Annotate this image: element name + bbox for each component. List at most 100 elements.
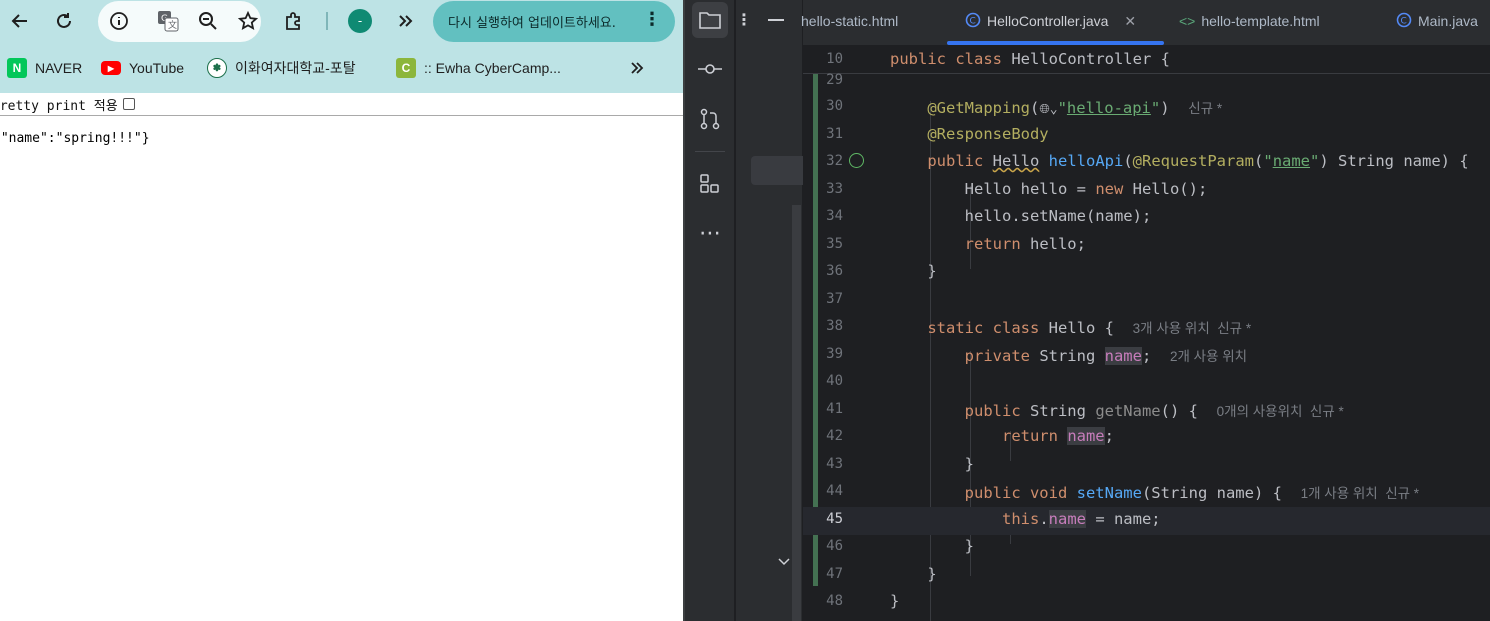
code-line[interactable]: 32 public Hello helloApi(@RequestParam("… xyxy=(803,149,1490,177)
update-button[interactable]: 다시 실행하여 업데이트하세요. ⋮ xyxy=(433,1,675,42)
line-number: 10 xyxy=(826,51,843,67)
code-line[interactable]: 47 } xyxy=(803,562,1490,590)
code-text: Hello hello = new Hello(); xyxy=(890,180,1208,198)
update-label: 다시 실행하여 업데이트하세요. xyxy=(448,16,616,31)
reload-icon[interactable] xyxy=(51,8,77,34)
pretty-print-bar: Pretty print 적용 xyxy=(0,93,683,116)
chevron-double-right-icon[interactable] xyxy=(630,57,644,79)
code-line[interactable]: 33 Hello hello = new Hello(); xyxy=(803,177,1490,205)
code-line[interactable]: 30 @GetMapping(🌐︎⌄"hello-api") 신규 * xyxy=(803,94,1490,122)
bookmark-label: NAVER xyxy=(35,60,83,76)
tab-hello-controller[interactable]: C HelloController.java ✕ xyxy=(965,0,1136,42)
line-number: 41 xyxy=(826,401,843,417)
browser-toolbar: G文 - 다시 실행하여 업데이트하세요. ⋮ xyxy=(0,0,683,43)
line-number: 42 xyxy=(826,428,843,444)
star-icon[interactable] xyxy=(235,8,261,34)
java-class-icon: C xyxy=(965,12,981,31)
commit-icon[interactable] xyxy=(692,51,728,87)
site-info-icon[interactable] xyxy=(106,8,132,34)
code-line[interactable]: 42 return name; xyxy=(803,424,1490,452)
bookmark-label: :: Ewha CyberCamp... xyxy=(424,60,561,76)
folder-icon[interactable] xyxy=(692,2,728,38)
code-line[interactable]: 38 static class Hello { 3개 사용 위치 신규 * xyxy=(803,314,1490,342)
minimize-icon[interactable] xyxy=(768,19,784,21)
zoom-out-icon[interactable] xyxy=(195,8,221,34)
line-number: 30 xyxy=(826,98,843,114)
web-endpoint-icon[interactable] xyxy=(849,153,864,168)
naver-logo-icon: N xyxy=(7,58,27,78)
selected-tree-item[interactable] xyxy=(751,156,803,185)
code-line[interactable]: 29 xyxy=(803,68,1490,96)
ewha-logo-icon: ✽ xyxy=(207,58,227,78)
code-line[interactable]: 40 xyxy=(803,369,1490,397)
code-text: } xyxy=(890,565,937,583)
line-number: 35 xyxy=(826,236,843,252)
tab-hello-template[interactable]: <> hello-template.html xyxy=(1179,0,1320,42)
project-panel: ⋮ xyxy=(736,0,803,621)
code-text: @GetMapping(🌐︎⌄"hello-api") 신규 * xyxy=(927,99,1223,117)
code-text: public Hello helloApi(@RequestParam("nam… xyxy=(927,152,1469,170)
line-number: 33 xyxy=(826,181,843,197)
svg-text:C: C xyxy=(1401,16,1407,26)
tab-main[interactable]: C Main.java xyxy=(1396,0,1478,42)
svg-text:C: C xyxy=(970,16,976,26)
kebab-menu-icon[interactable]: ⋮ xyxy=(643,9,661,30)
bookmark-ewha-portal[interactable]: ✽ 이화여자대학교-포탈 xyxy=(207,57,356,79)
code-line[interactable]: 35 return hello; xyxy=(803,232,1490,260)
arrow-left-icon[interactable] xyxy=(7,8,33,34)
code-line-current[interactable]: 45 this.name = name; xyxy=(803,507,1490,535)
line-number: 44 xyxy=(826,483,843,499)
scrollbar[interactable] xyxy=(792,205,801,621)
close-icon[interactable]: ✕ xyxy=(1124,13,1136,30)
html-file-icon: <> xyxy=(1179,13,1196,29)
chevron-double-right-icon[interactable] xyxy=(393,8,419,34)
cybercamp-logo-icon: C xyxy=(396,58,416,78)
bookmark-label: 이화여자대학교-포탈 xyxy=(235,60,356,76)
structure-icon[interactable] xyxy=(692,165,728,201)
code-line[interactable]: 39 private String name; 2개 사용 위치 xyxy=(803,342,1490,370)
pretty-print-checkbox[interactable] xyxy=(122,98,135,110)
code-line[interactable]: 37 xyxy=(803,287,1490,315)
line-number: 31 xyxy=(826,126,843,142)
bookmarks-bar: N NAVER ▶ YouTube ✽ 이화여자대학교-포탈 C :: Ewha… xyxy=(0,43,683,93)
bookmark-youtube[interactable]: ▶ YouTube xyxy=(101,57,184,79)
translate-icon[interactable]: G文 xyxy=(155,8,181,34)
code-line[interactable]: 43 } xyxy=(803,452,1490,480)
line-number: 37 xyxy=(826,291,843,307)
tab-label: HelloController.java xyxy=(987,13,1109,29)
code-text: return name; xyxy=(1001,427,1114,445)
profile-avatar[interactable]: - xyxy=(348,9,372,33)
pull-request-icon[interactable] xyxy=(692,101,728,137)
tab-label: hello-template.html xyxy=(1201,13,1320,29)
extensions-icon[interactable] xyxy=(281,8,307,34)
line-number: 48 xyxy=(826,593,843,609)
chevron-down-icon[interactable] xyxy=(778,551,790,570)
active-tab-indicator xyxy=(947,41,1164,45)
code-editor[interactable]: 10 public class HelloController { 29 30 … xyxy=(803,46,1490,621)
pretty-print-label: Pretty print 적용 xyxy=(0,98,118,114)
line-number: 43 xyxy=(826,456,843,472)
code-text: static class Hello { 3개 사용 위치 신규 * xyxy=(927,319,1252,337)
code-line[interactable]: 44 public void setName(String name) { 1개… xyxy=(803,479,1490,507)
code-text: public void setName(String name) { 1개 사용… xyxy=(964,484,1420,502)
code-line[interactable]: 34 hello.setName(name); xyxy=(803,204,1490,232)
bookmark-naver[interactable]: N NAVER xyxy=(7,57,82,79)
line-number: 39 xyxy=(826,346,843,362)
bookmark-ewha-cybercamp[interactable]: C :: Ewha CyberCamp... xyxy=(396,57,561,79)
tab-label: Main.java xyxy=(1418,13,1478,29)
line-number: 34 xyxy=(826,208,843,224)
kebab-menu-icon[interactable]: ⋮ xyxy=(736,10,752,29)
more-icon[interactable]: ⋯ xyxy=(692,215,728,251)
line-number: 46 xyxy=(826,538,843,554)
code-line[interactable]: 46 } xyxy=(803,534,1490,562)
line-number: 38 xyxy=(826,318,843,334)
address-bar[interactable]: G文 xyxy=(98,1,261,42)
code-line[interactable]: 41 public String getName() { 0개의 사용위치 신규… xyxy=(803,397,1490,425)
tab-hello-static[interactable]: hello-static.html xyxy=(801,0,898,42)
code-line[interactable]: 36 } xyxy=(803,259,1490,287)
code-text: public String getName() { 0개의 사용위치 신규 * xyxy=(964,402,1344,420)
code-line[interactable]: 31 @ResponseBody xyxy=(803,122,1490,150)
bookmark-label: YouTube xyxy=(129,60,185,76)
code-text: return hello; xyxy=(964,235,1086,253)
code-line[interactable]: 48 } xyxy=(803,589,1490,617)
